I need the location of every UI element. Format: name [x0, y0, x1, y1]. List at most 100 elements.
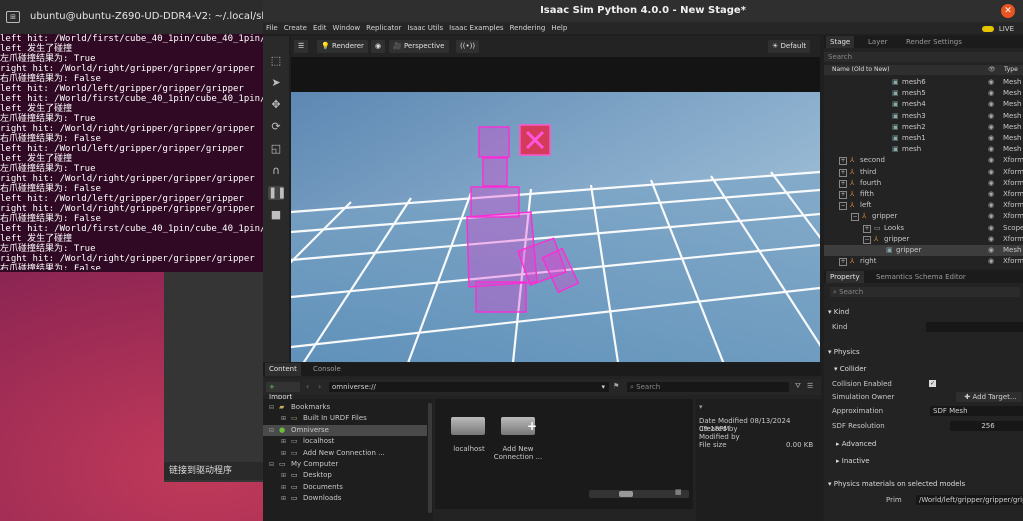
driver-link-label[interactable]: 链接到驱动程序 — [164, 462, 264, 480]
tab-content[interactable]: Content — [265, 363, 301, 376]
expand-icon[interactable]: + — [863, 224, 871, 233]
content-tree-item[interactable]: ⊞ ▭ Documents — [263, 482, 427, 493]
menu-help[interactable]: Help — [548, 22, 570, 34]
collapse-icon[interactable]: ⊟ — [269, 459, 274, 470]
list-view-icon[interactable]: ☰ — [807, 382, 813, 390]
stage-row[interactable]: + ▭ Looks ◉ Scope — [824, 223, 1023, 234]
stage-row[interactable]: − ⅄ gripper ◉ Xform — [824, 211, 1023, 222]
visibility-eye-icon[interactable]: ◉ — [988, 256, 994, 267]
content-tree-item[interactable]: ⊞ ▭ Desktop — [263, 470, 427, 481]
collapse-icon[interactable]: − — [839, 202, 847, 211]
collision-enabled-checkbox[interactable]: ✓ — [929, 380, 936, 387]
collapse-icon[interactable]: ⊟ — [269, 402, 274, 413]
collapse-icon[interactable]: ⊟ — [269, 425, 274, 436]
expand-icon[interactable]: + — [839, 179, 847, 188]
content-tree-item[interactable]: ⊞ ▭ localhost — [263, 436, 427, 447]
rotate-gizmo-icon[interactable]: ⟳ — [268, 120, 284, 134]
chevron-down-icon[interactable]: ▾ — [601, 382, 605, 392]
content-tree-item[interactable]: ⊞ ▭ Built In URDF Files — [263, 413, 427, 424]
content-search-input[interactable]: ⌕ Search — [627, 382, 789, 392]
menu-isaac-examples[interactable]: Isaac Examples — [446, 22, 506, 34]
collapse-icon[interactable]: − — [863, 235, 871, 244]
menu-rendering[interactable]: Rendering — [507, 22, 549, 34]
kind-dropdown[interactable] — [926, 322, 1023, 332]
path-field[interactable]: omniverse:// ▾ — [329, 382, 609, 392]
menu-create[interactable]: Create — [281, 22, 310, 34]
visibility-eye-icon[interactable]: ◉ — [988, 144, 994, 155]
server-localhost-icon[interactable] — [451, 417, 485, 435]
terminal-output[interactable]: left hit: /World/first/cube_40_1pin/cube… — [0, 34, 268, 270]
physics-section-header[interactable]: ▾ Physics — [828, 347, 860, 358]
visibility-eye-icon[interactable]: ◉ — [988, 167, 994, 178]
collider-section-header[interactable]: ▾ Collider — [834, 364, 866, 375]
visibility-eye-icon[interactable]: ◉ — [988, 111, 994, 122]
expand-icon[interactable]: + — [839, 157, 847, 166]
stage-row[interactable]: ▣ mesh1 ◉ Mesh — [824, 133, 1023, 144]
expand-icon[interactable]: ⊞ — [281, 413, 286, 424]
live-indicator[interactable]: LIVE — [981, 23, 1017, 35]
snap-magnet-icon[interactable]: ∩ — [268, 164, 284, 178]
stage-row[interactable]: + ⅄ fourth ◉ Xform — [824, 178, 1023, 189]
visibility-eye-icon[interactable]: ◉ — [988, 122, 994, 133]
content-tree-item[interactable]: ⊟ ▭ My Computer — [263, 459, 427, 470]
content-tree-item[interactable]: ⊞ ▭ Add New Connection ... — [263, 448, 427, 459]
stage-row[interactable]: ▣ mesh6 ◉ Mesh — [824, 77, 1023, 88]
content-tree-item[interactable]: ⊟ ▰ Bookmarks — [263, 402, 427, 413]
visibility-eye-icon[interactable]: ◉ — [988, 88, 994, 99]
menu-window[interactable]: Window — [330, 22, 364, 34]
property-search-input[interactable]: ⌕ Search — [830, 287, 1020, 297]
sdf-resolution-field[interactable]: 256 — [950, 421, 1023, 431]
stage-row[interactable]: − ⅄ gripper ◉ Xform — [824, 234, 1023, 245]
bookmark-icon[interactable]: ⚑ — [613, 382, 619, 390]
visibility-eye-icon[interactable]: ◉ — [988, 223, 994, 234]
terminal-titlebar[interactable]: ⊞ ubuntu@ubuntu-Z690-UD-DDR4-V2: ~/.loca… — [0, 0, 270, 34]
inactive-section-header[interactable]: ▸ Inactive — [836, 456, 870, 467]
visibility-eye-icon[interactable]: ◉ — [988, 189, 994, 200]
tab-render-settings[interactable]: Render Settings — [902, 36, 966, 48]
3d-scene[interactable] — [291, 92, 820, 362]
visibility-eye-icon[interactable]: ◉ — [988, 234, 994, 245]
menu-isaac-utils[interactable]: Isaac Utils — [404, 22, 446, 34]
close-icon[interactable]: ✕ — [1001, 4, 1015, 18]
add-connection-server-icon[interactable]: + — [501, 417, 537, 435]
stage-row[interactable]: + ⅄ right ◉ Xform — [824, 256, 1023, 267]
collapse-icon[interactable]: − — [851, 213, 859, 222]
new-tab-icon[interactable]: ⊞ — [6, 11, 20, 23]
advanced-section-header[interactable]: ▸ Advanced — [836, 439, 876, 450]
stop-icon[interactable]: ■ — [268, 208, 284, 222]
content-tree-item[interactable]: ⊟ ● Omniverse — [263, 424, 427, 436]
thumbnail-size-slider[interactable] — [589, 490, 689, 498]
tab-property[interactable]: Property — [826, 271, 864, 283]
grid-localhost-label[interactable]: localhost — [445, 445, 493, 453]
content-tree-item[interactable]: ⊞ ▭ Downloads — [263, 493, 427, 504]
expand-icon[interactable]: ⊞ — [281, 493, 286, 504]
stage-row[interactable]: ▣ mesh4 ◉ Mesh — [824, 99, 1023, 110]
expand-icon[interactable]: + — [839, 258, 847, 267]
expand-icon[interactable]: + — [839, 191, 847, 199]
approximation-dropdown[interactable]: SDF Mesh — [930, 406, 1023, 416]
kind-section-header[interactable]: ▾ Kind — [828, 307, 849, 318]
import-button[interactable]: + Import — [266, 382, 300, 401]
col-type-header[interactable]: Type — [1004, 66, 1018, 73]
stage-row[interactable]: ▣ gripper ◉ Mesh — [824, 245, 1023, 256]
slider-handle[interactable] — [619, 491, 633, 497]
menu-replicator[interactable]: Replicator — [363, 22, 404, 34]
visibility-eye-icon[interactable]: ◉ — [988, 211, 994, 222]
viewport[interactable]: ☰ 💡 Renderer ◉ 🎥 Perspective ((•)) ☀ Def… — [291, 36, 820, 362]
filter-icon[interactable]: ⛛ — [795, 382, 801, 391]
forward-arrow-icon[interactable]: › — [318, 382, 321, 391]
tab-semantics-schema-editor[interactable]: Semantics Schema Editor — [872, 271, 970, 283]
pause-icon[interactable]: ❚❚ — [268, 186, 286, 200]
menu-file[interactable]: File — [263, 22, 281, 34]
settings-sliders-icon[interactable]: ☰ — [294, 40, 309, 53]
tab-console[interactable]: Console — [309, 363, 345, 376]
stage-row[interactable]: − ⅄ left ◉ Xform — [824, 200, 1023, 211]
stage-row[interactable]: ▣ mesh5 ◉ Mesh — [824, 88, 1023, 99]
grid-view-icon[interactable]: ▦ — [675, 488, 682, 496]
expand-icon[interactable]: ⊞ — [281, 436, 286, 447]
col-name-header[interactable]: Name (Old to New) — [832, 66, 889, 73]
grid-add-connection-label[interactable]: Add New Connection ... — [493, 445, 543, 461]
expand-icon[interactable]: ⊞ — [281, 470, 286, 481]
visibility-eye-icon[interactable]: ◉ — [988, 77, 994, 88]
details-chevron-icon[interactable]: ▾ — [699, 403, 703, 411]
